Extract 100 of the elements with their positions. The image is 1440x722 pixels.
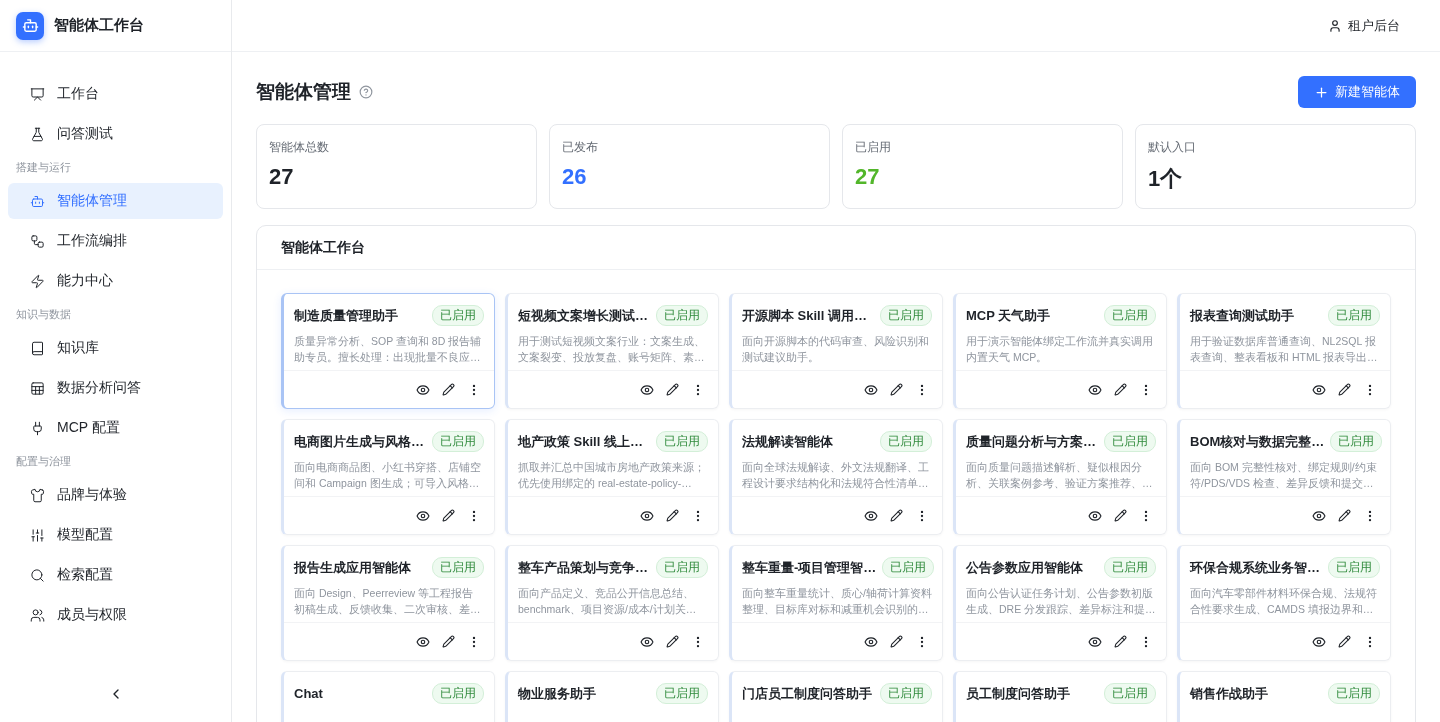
pencil-icon: [1114, 509, 1127, 522]
new-agent-button[interactable]: 新建智能体: [1298, 76, 1416, 108]
agent-card[interactable]: 法规解读智能体 已启用 面向全球法规解读、外文法规翻译、工程设计要求结构化和法规符合性清单…: [729, 419, 943, 535]
sidebar-section-label: 配置与治理: [15, 454, 72, 469]
agent-card[interactable]: 制造质量管理助手 已启用 质量异常分析、SOP 查询和 8D 报告辅助专员。擅长处理：出现批量不良应…: [281, 293, 495, 409]
agent-description: 用于验证数据库普通查询、NL2SQL 报表查询、整表看板和 HTML 报表导出…: [1190, 334, 1379, 365]
edit-button[interactable]: [663, 632, 682, 651]
edit-button[interactable]: [887, 380, 906, 399]
panel-title: 智能体工作台: [281, 238, 365, 257]
plug-icon: [30, 420, 45, 436]
agent-card[interactable]: 员工制度问答助手 已启用: [953, 671, 1167, 722]
agent-card[interactable]: 开源脚本 Skill 调用… 已启用 面向开源脚本的代码审查、风险识别和测试建议助手。: [729, 293, 943, 409]
eye-icon: [640, 382, 654, 397]
agent-card[interactable]: 销售作战助手 已启用: [1177, 671, 1391, 722]
agent-description: 面向 Design、Peerreview 等工程报告初稿生成、反馈收集、二次审核、差…: [294, 586, 482, 617]
agent-description: 面向汽车零部件材料环保合规、法规符合性要求生成、CAMDS 填报边界和…: [1190, 586, 1378, 617]
lightning-icon: [30, 273, 45, 289]
sidebar-item[interactable]: 知识库: [8, 330, 223, 366]
stat-label: 智能体总数: [269, 139, 330, 156]
status-badge: 已启用: [432, 557, 484, 578]
agent-card[interactable]: 报表查询测试助手 已启用 用于验证数据库普通查询、NL2SQL 报表查询、整表看板和 HTML 报表导出…: [1177, 293, 1391, 409]
sidebar-item[interactable]: 问答测试: [8, 116, 223, 152]
agent-card[interactable]: 整车产品策划与竞争… 已启用 面向产品定义、竞品公开信息总结、benchmark、项目资源/成本/计划关…: [505, 545, 719, 661]
pencil-icon: [1114, 383, 1127, 396]
agent-card[interactable]: 地产政策 Skill 线上… 已启用 抓取并汇总中国城市房地产政策来源；优先使用绑定的 real-estate-policy-…: [505, 419, 719, 535]
edit-button[interactable]: [1111, 506, 1130, 525]
agent-card[interactable]: 质量问题分析与方案… 已启用 面向质量问题描述解析、疑似根因分析、关联案例参考、验证方案推荐、…: [953, 419, 1167, 535]
agent-name: 报表查询测试助手: [1190, 306, 1294, 325]
agent-description: 用于测试短视频文案行业：文案生成、文案裂变、投放复盘、账号矩阵、素…: [518, 334, 706, 365]
edit-button[interactable]: [663, 506, 682, 525]
sidebar-item[interactable]: 检索配置: [8, 557, 223, 593]
agent-name: 制造质量管理助手: [294, 306, 398, 325]
sidebar-item[interactable]: 成员与权限: [8, 597, 223, 633]
edit-button[interactable]: [439, 632, 458, 651]
sidebar-item[interactable]: 模型配置: [8, 517, 223, 553]
agent-card[interactable]: 整车重量-项目管理智… 已启用 面向整车重量统计、质心/轴荷计算资料整理、目标库对标和减重机会识别的…: [729, 545, 943, 661]
agent-card[interactable]: 物业服务助手 已启用: [505, 671, 719, 722]
edit-button[interactable]: [439, 506, 458, 525]
agent-name: 公告参数应用智能体: [966, 558, 1083, 577]
sidebar-item[interactable]: 工作台: [8, 76, 223, 112]
sidebar-item[interactable]: MCP 配置: [8, 410, 223, 446]
agent-card[interactable]: 公告参数应用智能体 已启用 面向公告认证任务计划、公告参数初版生成、DRE 分发跟踪、差异标注和提…: [953, 545, 1167, 661]
agent-card[interactable]: 短视频文案增长测试… 已启用 用于测试短视频文案行业：文案生成、文案裂变、投放复盘、账号矩阵、素…: [505, 293, 719, 409]
workflow-icon: [30, 233, 45, 249]
edit-button[interactable]: [887, 632, 906, 651]
edit-button[interactable]: [1335, 632, 1354, 651]
pencil-icon: [1338, 383, 1351, 396]
pencil-icon: [442, 635, 455, 648]
pencil-icon: [666, 383, 679, 396]
agent-card[interactable]: Chat 已启用: [281, 671, 495, 722]
pencil-icon: [442, 509, 455, 522]
help-icon[interactable]: [359, 85, 373, 99]
agent-name: 短视频文案增长测试…: [518, 306, 648, 325]
agent-card[interactable]: BOM核对与数据完整… 已启用 面向 BOM 完整性核对、绑定规则/约束符/PDS/VDS 检查、差异反馈和提交…: [1177, 419, 1391, 535]
agent-description: 质量异常分析、SOP 查询和 8D 报告辅助专员。擅长处理：出现批量不良应…: [294, 334, 483, 365]
eye-icon: [1088, 508, 1102, 523]
eye-icon: [864, 634, 878, 649]
edit-button[interactable]: [439, 380, 458, 399]
sidebar-item[interactable]: 数据分析问答: [8, 370, 223, 406]
agent-description: 面向电商商品图、小红书穿搭、店铺空间和 Campaign 图生成；可导入风格…: [294, 460, 482, 491]
shirt-icon: [30, 487, 45, 503]
agent-description: 面向产品定义、竞品公开信息总结、benchmark、项目资源/成本/计划关…: [518, 586, 698, 617]
robot-icon: [30, 193, 45, 209]
agent-card[interactable]: 电商图片生成与风格… 已启用 面向电商商品图、小红书穿搭、店铺空间和 Campaign 图生成；可导入风格…: [281, 419, 495, 535]
sidebar-item[interactable]: 工作流编排: [8, 223, 223, 259]
eye-icon: [1088, 634, 1102, 649]
users-icon: [30, 607, 45, 623]
agent-name: 员工制度问答助手: [966, 684, 1070, 703]
sidebar-item[interactable]: 智能体管理: [8, 183, 223, 219]
eye-icon: [864, 382, 878, 397]
edit-button[interactable]: [663, 380, 682, 399]
agent-name: BOM核对与数据完整…: [1190, 432, 1325, 451]
pencil-icon: [666, 635, 679, 648]
sidebar-item[interactable]: 能力中心: [8, 263, 223, 299]
sliders-icon: [30, 527, 45, 543]
pencil-icon: [1114, 635, 1127, 648]
status-badge: 已启用: [882, 557, 935, 578]
stat-label: 默认入口: [1148, 139, 1197, 156]
sidebar-item[interactable]: 品牌与体验: [8, 477, 223, 513]
agent-name: 开源脚本 Skill 调用…: [742, 306, 867, 325]
eye-icon: [864, 508, 878, 523]
edit-button[interactable]: [1335, 506, 1354, 525]
agent-card[interactable]: MCP 天气助手 已启用 用于演示智能体绑定工作流并真实调用内置天气 MCP。: [953, 293, 1167, 409]
agent-description: 面向全球法规解读、外文法规翻译、工程设计要求结构化和法规符合性清单…: [742, 460, 930, 491]
table-icon: [30, 380, 45, 396]
eye-icon: [640, 634, 654, 649]
agent-name: 环保合规系统业务智…: [1190, 558, 1320, 577]
agent-card[interactable]: 环保合规系统业务智… 已启用 面向汽车零部件材料环保合规、法规符合性要求生成、CAMDS 填报边界和…: [1177, 545, 1391, 661]
agent-name: 物业服务助手: [518, 684, 596, 703]
agent-card[interactable]: 报告生成应用智能体 已启用 面向 Design、Peerreview 等工程报告初稿生成、反馈收集、二次审核、差…: [281, 545, 495, 661]
eye-icon: [1312, 634, 1326, 649]
edit-button[interactable]: [887, 506, 906, 525]
edit-button[interactable]: [1335, 380, 1354, 399]
agent-card[interactable]: 门店员工制度问答助手 已启用: [729, 671, 943, 722]
edit-button[interactable]: [1111, 380, 1130, 399]
pencil-icon: [1338, 635, 1351, 648]
tenant-admin-link[interactable]: 租户后台: [1328, 16, 1400, 35]
status-badge: 已启用: [1104, 557, 1156, 578]
edit-button[interactable]: [1111, 632, 1130, 651]
status-badge: 已启用: [656, 557, 708, 578]
